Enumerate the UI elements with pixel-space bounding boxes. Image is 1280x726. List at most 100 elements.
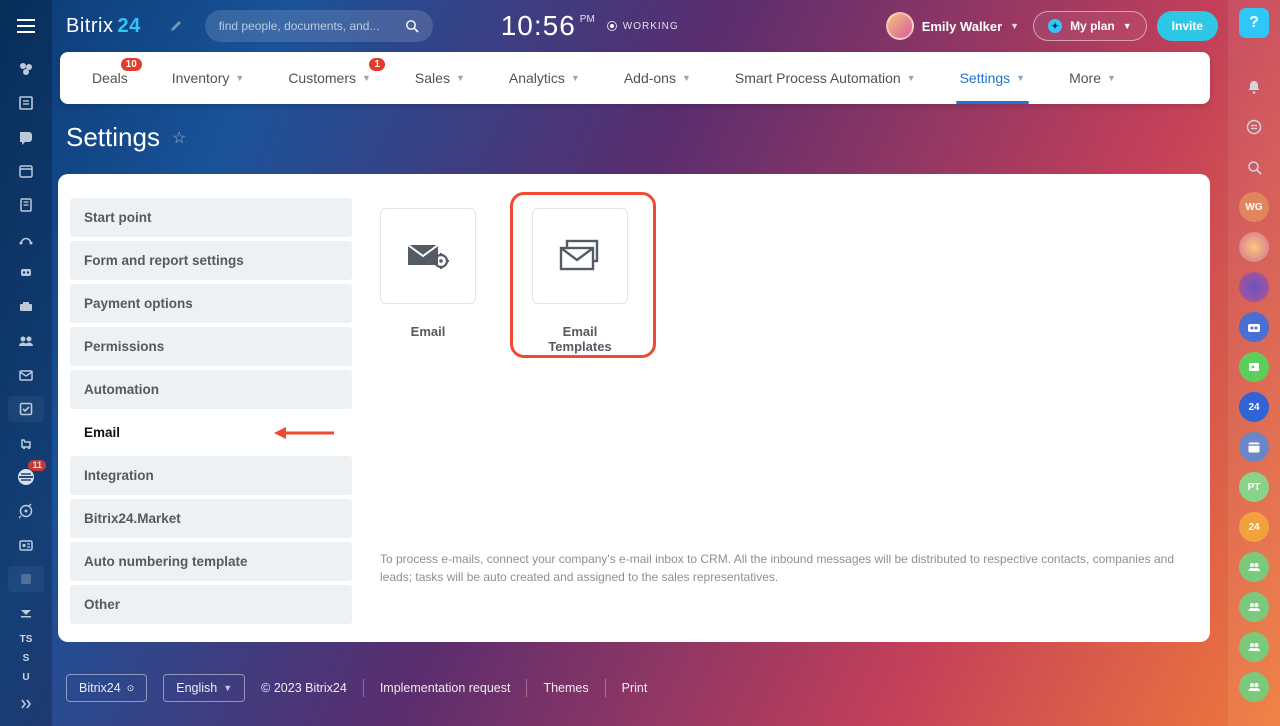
star-icon[interactable]: ☆	[172, 128, 186, 148]
contact-avatar[interactable]: WG	[1239, 192, 1269, 222]
chevron-down-icon: ▼	[235, 73, 244, 83]
nav-addons[interactable]: Add-ons ▼	[612, 52, 703, 104]
rail-text-item[interactable]: S	[8, 653, 44, 664]
nav-sales[interactable]: Sales ▼	[403, 52, 477, 104]
bell-icon[interactable]	[1239, 72, 1269, 102]
clock-suffix: PM	[580, 14, 595, 25]
language-select[interactable]: English ▼	[163, 674, 245, 702]
my-plan-button[interactable]: ✦ My plan ▼	[1033, 11, 1147, 41]
nav-inventory[interactable]: Inventory ▼	[160, 52, 257, 104]
tiles-area: Email Email Templates To process e-mails…	[352, 198, 1198, 614]
group-icon[interactable]	[1239, 312, 1269, 342]
rail-item[interactable]	[8, 260, 44, 286]
chevron-down-icon: ▼	[223, 683, 232, 693]
user-menu[interactable]: Emily Walker ▼	[886, 12, 1019, 40]
annotation-highlight-box	[510, 192, 656, 358]
contacts-icon[interactable]	[1239, 352, 1269, 382]
content-card: Start point Form and report settings Pay…	[58, 174, 1210, 642]
rail-item[interactable]	[8, 158, 44, 184]
help-button[interactable]: ?	[1239, 8, 1269, 38]
rail-item[interactable]	[8, 124, 44, 150]
rail-item[interactable]: 11	[8, 464, 44, 490]
b24-icon[interactable]: 24	[1239, 512, 1269, 542]
sidemenu-item[interactable]: Payment options	[70, 284, 352, 323]
sidemenu-item[interactable]: Auto numbering template	[70, 542, 352, 581]
nav-spa[interactable]: Smart Process Automation ▼	[723, 52, 928, 104]
chat-lines-icon[interactable]	[1239, 112, 1269, 142]
nav-settings[interactable]: Settings ▼	[948, 52, 1038, 104]
chevron-down-icon: ▼	[1010, 21, 1019, 31]
right-rail: ? WG 24 PT 24	[1228, 0, 1280, 726]
rail-item[interactable]	[8, 192, 44, 218]
search-icon[interactable]	[1239, 152, 1269, 182]
user-avatar-icon	[886, 12, 914, 40]
search-input[interactable]	[219, 19, 397, 33]
people-icon[interactable]	[1239, 592, 1269, 622]
invite-button[interactable]: Invite	[1157, 11, 1218, 41]
rail-item[interactable]	[8, 56, 44, 82]
rail-item[interactable]	[8, 566, 44, 592]
rail-item[interactable]	[8, 362, 44, 388]
mail-icon	[406, 241, 450, 271]
nav-label: Settings	[960, 70, 1011, 86]
nav-analytics[interactable]: Analytics ▼	[497, 52, 592, 104]
sidemenu-item-email[interactable]: Email	[70, 413, 352, 452]
contact-avatar[interactable]	[1239, 232, 1269, 262]
nav-customers[interactable]: Customers ▼ 1	[276, 52, 383, 104]
chevron-down-icon: ▼	[682, 73, 691, 83]
working-status[interactable]: WORKING	[607, 21, 679, 32]
nav-more[interactable]: More ▼	[1057, 52, 1128, 104]
nav-badge: 1	[369, 58, 385, 71]
calendar-icon[interactable]	[1239, 432, 1269, 462]
rail-item[interactable]	[8, 600, 44, 626]
footer-link[interactable]: Implementation request	[380, 681, 511, 695]
sidemenu-item[interactable]: Automation	[70, 370, 352, 409]
language-label: English	[176, 681, 217, 695]
hamburger-menu-button[interactable]	[6, 6, 46, 46]
footer-copyright: © 2023 Bitrix24	[261, 681, 347, 695]
nav-badge: 10	[121, 58, 142, 71]
rail-item[interactable]	[8, 396, 44, 422]
nav-label: Analytics	[509, 70, 565, 86]
people-icon[interactable]	[1239, 552, 1269, 582]
chevron-down-icon: ▼	[1123, 21, 1132, 31]
sidemenu-item[interactable]: Form and report settings	[70, 241, 352, 280]
chevron-down-icon: ▼	[907, 73, 916, 83]
footer-brand-chip[interactable]: Bitrix24⊙	[66, 674, 147, 702]
logo[interactable]: Bitrix 24	[66, 15, 141, 38]
rail-item[interactable]	[8, 328, 44, 354]
edit-icon[interactable]	[169, 19, 183, 33]
logo-suffix: 24	[117, 15, 140, 38]
my-plan-label: My plan	[1070, 19, 1115, 33]
footer-link[interactable]: Print	[622, 681, 648, 695]
rail-item[interactable]	[8, 90, 44, 116]
nav-label: Deals	[92, 70, 128, 86]
people-icon[interactable]	[1239, 632, 1269, 662]
clock-time: 10:56	[501, 10, 576, 42]
rail-text-item[interactable]: U	[8, 672, 44, 683]
rail-item[interactable]	[8, 498, 44, 524]
rail-item[interactable]	[8, 294, 44, 320]
rail-text-item[interactable]: TS	[8, 634, 44, 645]
people-icon[interactable]	[1239, 672, 1269, 702]
nav-deals[interactable]: Deals 10	[80, 52, 140, 104]
rail-item[interactable]	[8, 532, 44, 558]
global-search[interactable]	[205, 10, 433, 42]
rail-item[interactable]	[8, 691, 44, 717]
contact-avatar[interactable]	[1239, 272, 1269, 302]
sidemenu-item[interactable]: Bitrix24.Market	[70, 499, 352, 538]
sidemenu-item[interactable]: Integration	[70, 456, 352, 495]
footer-link[interactable]: Themes	[543, 681, 588, 695]
rail-item[interactable]	[8, 226, 44, 252]
footer-brand: Bitrix24	[79, 681, 121, 695]
contact-avatar[interactable]: PT	[1239, 472, 1269, 502]
sidemenu-item[interactable]: Other	[70, 585, 352, 624]
logo-text: Bitrix	[66, 15, 113, 38]
footer: Bitrix24⊙ English ▼ © 2023 Bitrix24 Impl…	[66, 668, 1210, 708]
chevron-down-icon: ▼	[1107, 73, 1116, 83]
b24-icon[interactable]: 24	[1239, 392, 1269, 422]
rail-item[interactable]	[8, 430, 44, 456]
sidemenu-item[interactable]: Start point	[70, 198, 352, 237]
tile-email[interactable]: Email	[380, 208, 476, 354]
sidemenu-item[interactable]: Permissions	[70, 327, 352, 366]
